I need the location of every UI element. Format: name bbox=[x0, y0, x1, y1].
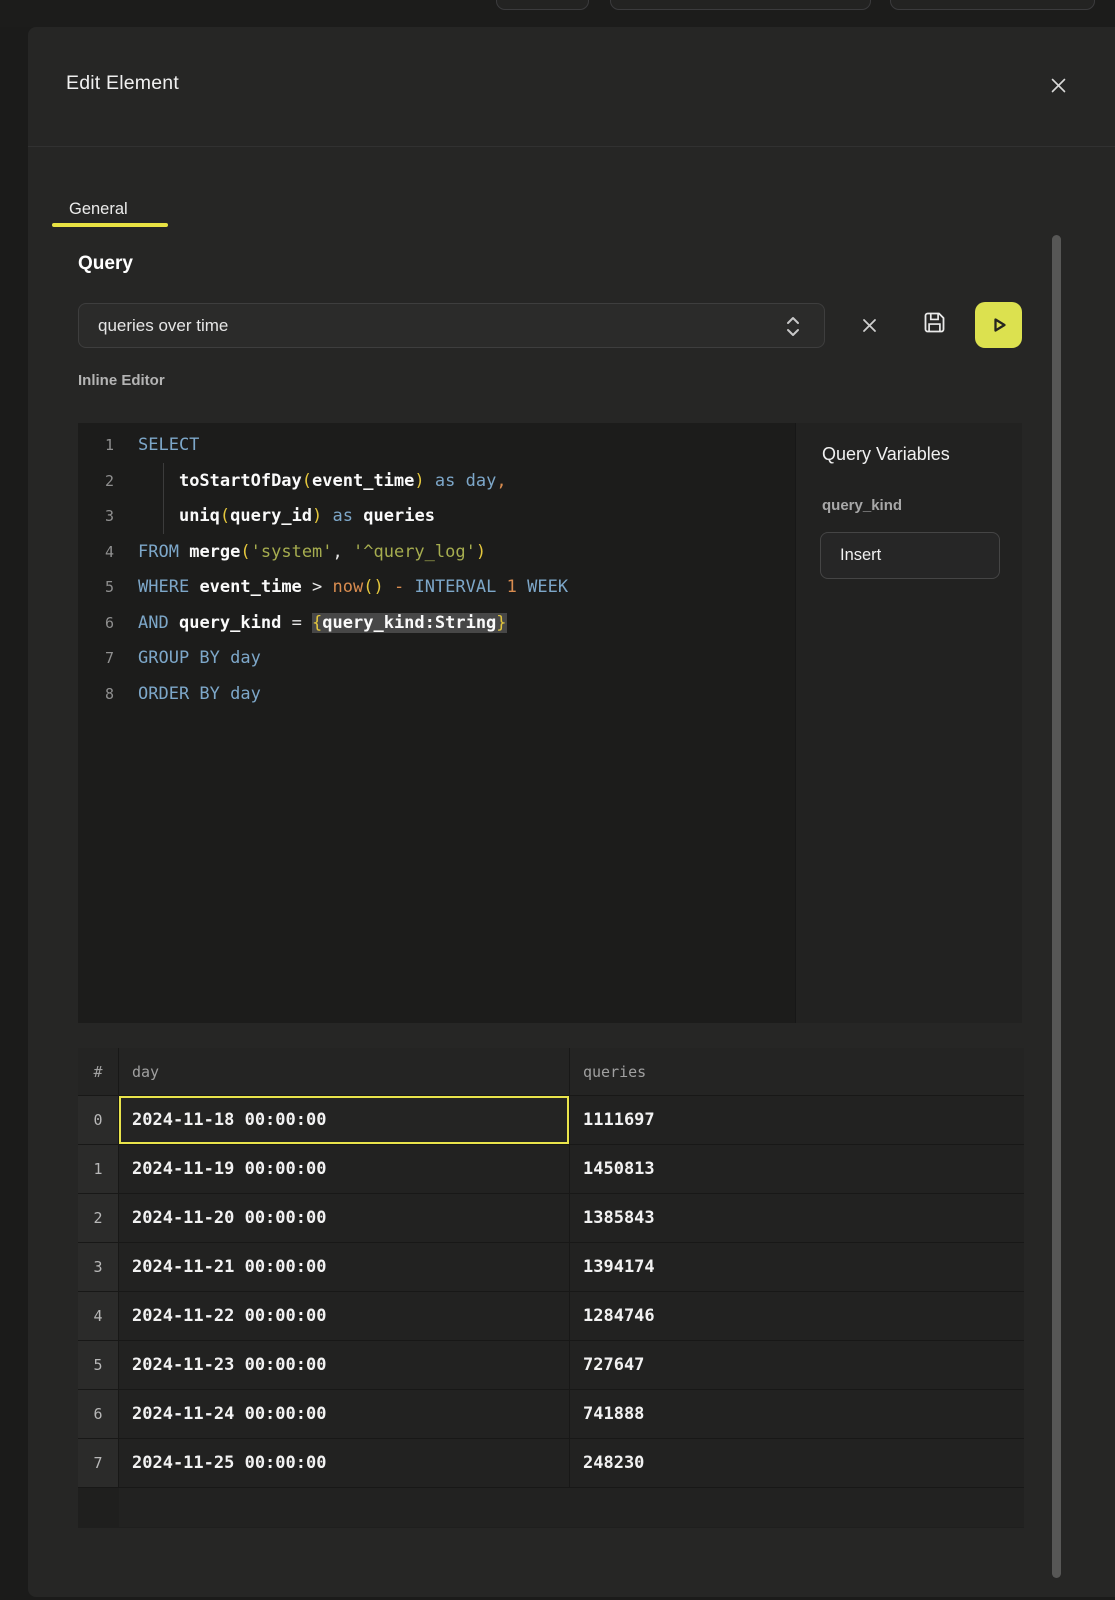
table-row[interactable]: 62024-11-24 00:00:00741888 bbox=[78, 1390, 1024, 1439]
modal-close-button[interactable] bbox=[1046, 73, 1070, 97]
query-variables-title: Query Variables bbox=[822, 444, 950, 465]
indent-guide bbox=[163, 463, 164, 534]
line-number: 7 bbox=[78, 641, 138, 677]
code-line[interactable]: 6AND query_kind = {query_kind:String} bbox=[78, 606, 795, 642]
code-text: SELECT bbox=[138, 428, 795, 464]
day-cell[interactable]: 2024-11-19 00:00:00 bbox=[119, 1145, 570, 1193]
column-header-queries[interactable]: queries bbox=[570, 1048, 1024, 1095]
results-table-body: 02024-11-18 00:00:00111169712024-11-19 0… bbox=[78, 1096, 1024, 1488]
line-number: 4 bbox=[78, 535, 138, 571]
row-index-cell[interactable]: 7 bbox=[78, 1439, 119, 1487]
code-text: toStartOfDay(event_time) as day, bbox=[138, 464, 795, 500]
table-row[interactable]: 72024-11-25 00:00:00248230 bbox=[78, 1439, 1024, 1488]
modal-scrollbar-thumb[interactable] bbox=[1052, 235, 1061, 1578]
code-text: FROM merge('system', '^query_log') bbox=[138, 535, 795, 571]
code-text: GROUP BY day bbox=[138, 641, 795, 677]
table-row[interactable]: 32024-11-21 00:00:001394174 bbox=[78, 1243, 1024, 1292]
play-icon bbox=[986, 312, 1012, 338]
code-text: uniq(query_id) as queries bbox=[138, 499, 795, 535]
queries-cell[interactable]: 741888 bbox=[570, 1390, 1024, 1438]
query-variables-panel: Query Variables query_kind Insert bbox=[795, 423, 1022, 1023]
day-cell[interactable]: 2024-11-20 00:00:00 bbox=[119, 1194, 570, 1242]
table-row[interactable]: 42024-11-22 00:00:001284746 bbox=[78, 1292, 1024, 1341]
line-number: 1 bbox=[78, 428, 138, 464]
code-text: ORDER BY day bbox=[138, 677, 795, 713]
code-text: AND query_kind = {query_kind:String} bbox=[138, 606, 795, 642]
code-text: WHERE event_time > now() - INTERVAL 1 WE… bbox=[138, 570, 795, 606]
code-line[interactable]: 8ORDER BY day bbox=[78, 677, 795, 713]
day-cell[interactable]: 2024-11-24 00:00:00 bbox=[119, 1390, 570, 1438]
tab-general[interactable]: General bbox=[69, 200, 128, 219]
save-query-button[interactable] bbox=[920, 308, 948, 336]
code-line[interactable]: 4FROM merge('system', '^query_log') bbox=[78, 535, 795, 571]
code-line[interactable]: 7GROUP BY day bbox=[78, 641, 795, 677]
query-results-table: # day queries 02024-11-18 00:00:00111169… bbox=[78, 1048, 1024, 1528]
code-line[interactable]: 5WHERE event_time > now() - INTERVAL 1 W… bbox=[78, 570, 795, 606]
queries-cell[interactable]: 248230 bbox=[570, 1439, 1024, 1487]
queries-cell[interactable]: 1284746 bbox=[570, 1292, 1024, 1340]
query-select[interactable]: queries over time bbox=[78, 303, 825, 348]
edit-element-modal: Edit Element General Query queries over … bbox=[28, 27, 1115, 1597]
sql-editor: 1SELECT2 toStartOfDay(event_time) as day… bbox=[78, 423, 1022, 1023]
query-section-heading: Query bbox=[78, 253, 133, 275]
code-line[interactable]: 2 toStartOfDay(event_time) as day, bbox=[78, 464, 795, 500]
queries-cell[interactable]: 727647 bbox=[570, 1341, 1024, 1389]
code-area[interactable]: 1SELECT2 toStartOfDay(event_time) as day… bbox=[78, 423, 795, 1023]
header-divider bbox=[28, 146, 1115, 147]
line-number: 6 bbox=[78, 606, 138, 642]
queries-cell[interactable]: 1450813 bbox=[570, 1145, 1024, 1193]
query-variable-name: query_kind bbox=[822, 497, 902, 514]
results-table-footer bbox=[119, 1488, 1024, 1527]
top-bar bbox=[0, 0, 1115, 27]
row-index-cell[interactable]: 5 bbox=[78, 1341, 119, 1389]
clear-query-button[interactable] bbox=[858, 314, 880, 336]
chevron-up-down-icon bbox=[784, 315, 802, 338]
tab-general-active-underline bbox=[52, 223, 168, 227]
day-cell[interactable]: 2024-11-23 00:00:00 bbox=[119, 1341, 570, 1389]
line-number: 2 bbox=[78, 464, 138, 500]
top-bar-partial-button-2[interactable] bbox=[610, 0, 871, 10]
column-header-day[interactable]: day bbox=[119, 1048, 570, 1095]
insert-variable-label: Insert bbox=[840, 546, 881, 565]
insert-variable-button[interactable]: Insert bbox=[820, 532, 1000, 579]
code-line[interactable]: 3 uniq(query_id) as queries bbox=[78, 499, 795, 535]
floppy-save-icon bbox=[921, 309, 948, 336]
row-index-cell[interactable]: 2 bbox=[78, 1194, 119, 1242]
day-cell[interactable]: 2024-11-18 00:00:00 bbox=[119, 1096, 570, 1144]
queries-cell[interactable]: 1111697 bbox=[570, 1096, 1024, 1144]
line-number: 5 bbox=[78, 570, 138, 606]
table-row[interactable]: 22024-11-20 00:00:001385843 bbox=[78, 1194, 1024, 1243]
queries-cell[interactable]: 1394174 bbox=[570, 1243, 1024, 1291]
top-bar-partial-button-3[interactable] bbox=[890, 0, 1095, 10]
top-bar-partial-button-1[interactable] bbox=[496, 0, 589, 10]
query-select-value: queries over time bbox=[98, 316, 228, 336]
column-header-index[interactable]: # bbox=[78, 1048, 119, 1095]
modal-title: Edit Element bbox=[66, 72, 179, 95]
row-index-cell[interactable]: 4 bbox=[78, 1292, 119, 1340]
code-line[interactable]: 1SELECT bbox=[78, 428, 795, 464]
table-row[interactable]: 12024-11-19 00:00:001450813 bbox=[78, 1145, 1024, 1194]
day-cell[interactable]: 2024-11-25 00:00:00 bbox=[119, 1439, 570, 1487]
row-index-cell[interactable]: 6 bbox=[78, 1390, 119, 1438]
inline-editor-label: Inline Editor bbox=[78, 372, 165, 389]
clear-x-icon bbox=[861, 317, 878, 334]
close-icon bbox=[1050, 77, 1067, 94]
table-row[interactable]: 52024-11-23 00:00:00727647 bbox=[78, 1341, 1024, 1390]
run-query-button[interactable] bbox=[975, 302, 1022, 348]
line-number: 3 bbox=[78, 499, 138, 535]
line-number: 8 bbox=[78, 677, 138, 713]
table-row[interactable]: 02024-11-18 00:00:001111697 bbox=[78, 1096, 1024, 1145]
day-cell[interactable]: 2024-11-21 00:00:00 bbox=[119, 1243, 570, 1291]
row-index-cell[interactable]: 3 bbox=[78, 1243, 119, 1291]
row-index-cell[interactable]: 1 bbox=[78, 1145, 119, 1193]
day-cell[interactable]: 2024-11-22 00:00:00 bbox=[119, 1292, 570, 1340]
row-index-cell[interactable]: 0 bbox=[78, 1096, 119, 1144]
queries-cell[interactable]: 1385843 bbox=[570, 1194, 1024, 1242]
results-header-row: # day queries bbox=[78, 1048, 1024, 1096]
